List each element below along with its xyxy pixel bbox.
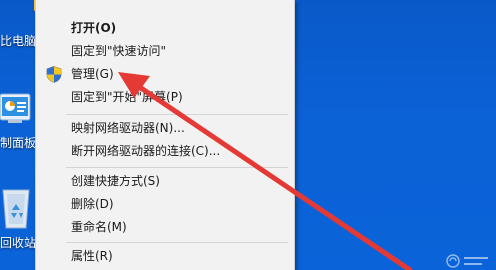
context-menu: 打开(O) 固定到"快速访问" 管理(G) 固定到"开始"屏幕(P) 映射网络驱… [35,0,295,270]
menu-item-map-network-drive[interactable]: 映射网络驱动器(N)... [36,117,294,139]
menu-item-open[interactable]: 打开(O) [36,17,294,39]
uac-shield-icon [46,66,62,83]
menu-item-rename-label: 重命名(M) [71,220,127,234]
menu-item-pin-start[interactable]: 固定到"开始"屏幕(P) [36,86,294,108]
recycle-bin-icon[interactable] [0,186,34,232]
desktop: 比电脑 制面板 回收站 打开(O) 固定到"快速访问" 管理(G) 固定到"开始… [0,0,496,270]
menu-separator [66,114,288,115]
menu-item-manage-label: 管理(G) [71,67,114,81]
control-panel-icon[interactable] [0,92,34,126]
menu-item-map-network-drive-label: 映射网络驱动器(N)... [71,121,185,135]
menu-item-pin-start-label: 固定到"开始"屏幕(P) [71,90,183,104]
menu-separator [66,242,288,243]
menu-item-open-label: 打开(O) [71,21,117,35]
menu-item-properties[interactable]: 属性(R) [36,245,294,267]
menu-item-manage[interactable]: 管理(G) [36,63,294,85]
desktop-icon-control-panel-label[interactable]: 制面板 [0,136,36,150]
desktop-icon-recycle-bin-label[interactable]: 回收站 [0,236,36,250]
menu-item-delete-label: 删除(D) [71,197,114,211]
menu-item-disconnect-network-drive-label: 断开网络驱动器的连接(C)... [71,144,221,158]
desktop-icon-this-pc-label[interactable]: 比电脑 [0,34,36,48]
menu-item-create-shortcut-label: 创建快捷方式(S) [71,174,160,188]
menu-item-disconnect-network-drive[interactable]: 断开网络驱动器的连接(C)... [36,140,294,162]
watermark-logo [446,254,488,268]
menu-item-pin-quick-access[interactable]: 固定到"快速访问" [36,40,294,62]
menu-separator [66,167,288,168]
menu-item-pin-quick-access-label: 固定到"快速访问" [71,44,167,58]
menu-item-properties-label: 属性(R) [71,249,113,263]
menu-item-rename[interactable]: 重命名(M) [36,216,294,238]
menu-item-delete[interactable]: 删除(D) [36,193,294,215]
menu-item-create-shortcut[interactable]: 创建快捷方式(S) [36,170,294,192]
